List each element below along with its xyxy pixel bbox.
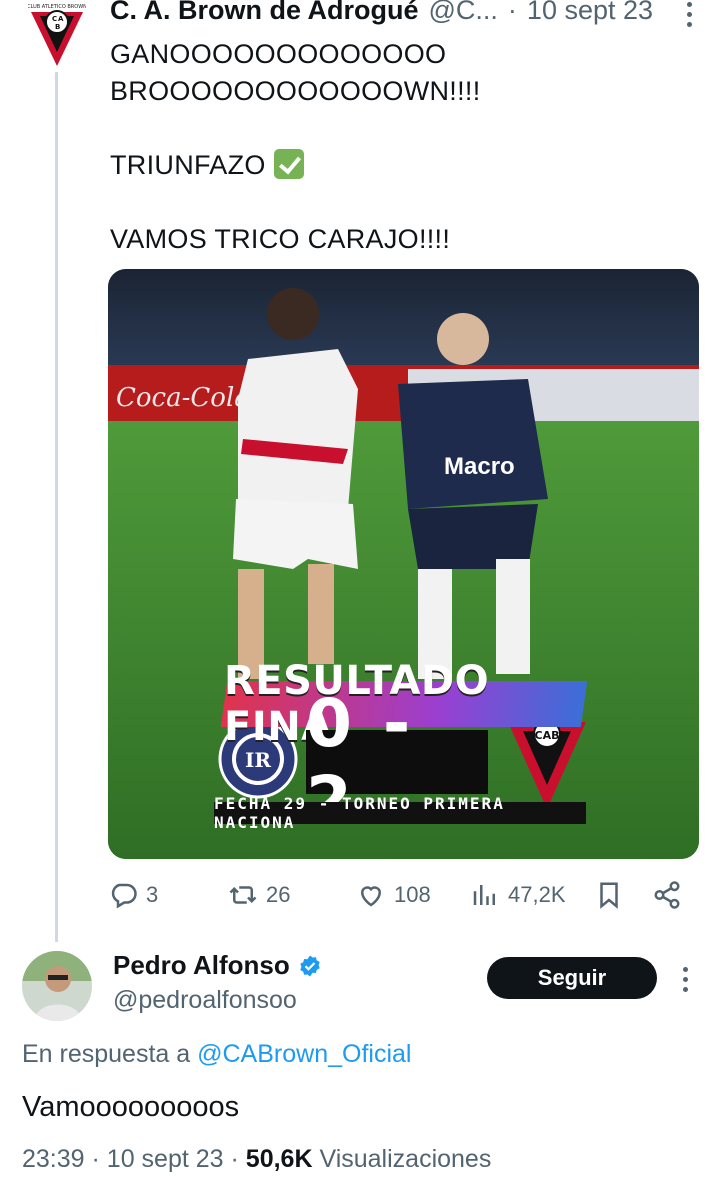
share-icon	[654, 881, 680, 909]
reply-text: Vamooooooooos	[22, 1091, 240, 1123]
in-reply-prefix: En respuesta a	[22, 1040, 198, 1068]
separator-dot: ·	[230, 1145, 246, 1173]
reply-author-name[interactable]: Pedro Alfonso	[113, 950, 290, 981]
tweet-line: BROOOOOOOOOOOOWN!!!!	[110, 76, 481, 106]
tweet-line	[110, 184, 690, 221]
views-count: 47,2K	[508, 882, 566, 907]
in-reply-to: En respuesta a @CABrown_Oficial	[22, 1040, 411, 1069]
user-avatar[interactable]	[22, 951, 92, 1021]
match-score: 0 - 2	[306, 685, 488, 839]
svg-text:Coca-Cola: Coca-Cola	[116, 383, 250, 413]
reply-meta: 23:39 · 10 sept 23 · 50,6K Visualizacion…	[22, 1145, 491, 1174]
tweet-date[interactable]: 10 sept 23	[527, 0, 653, 26]
tweet-line	[110, 110, 690, 147]
separator-dot: ·	[507, 0, 517, 25]
club-avatar[interactable]: CLUB ATLETICO BROWN C A B	[27, 0, 87, 70]
more-options-icon[interactable]	[684, 2, 694, 28]
reply-views-count: 50,6K	[245, 1145, 313, 1173]
tweet-line: GANOOOOOOOOOOOOO	[110, 39, 447, 69]
bookmark-action[interactable]	[594, 873, 624, 917]
svg-text:CLUB ATLETICO BROWN: CLUB ATLETICO BROWN	[28, 4, 86, 10]
like-action[interactable]: 108	[356, 873, 431, 917]
svg-text:C: C	[52, 15, 57, 23]
svg-text:A: A	[58, 15, 64, 23]
reply-author-name-row: Pedro Alfonso	[113, 950, 322, 981]
reply-count: 3	[146, 882, 159, 907]
tweet-media-image[interactable]: Coca-Cola Macro IR CAB RESULTADO FINAL 0…	[108, 269, 699, 859]
like-count: 108	[394, 882, 431, 907]
retweet-count: 26	[266, 882, 291, 907]
reply-time[interactable]: 23:39	[22, 1145, 85, 1173]
tweet-header: C. A. Brown de Adrogué @C... · 10 sept 2…	[110, 0, 653, 30]
check-mark-icon	[273, 149, 304, 179]
author-name[interactable]: C. A. Brown de Adrogué	[110, 0, 419, 26]
tweet-line: VAMOS TRICO CARAJO!!!!	[110, 224, 451, 254]
match-subtitle: FECHA 29 - TORNEO PRIMERA NACIONA	[214, 794, 586, 832]
follow-button[interactable]: Seguir	[487, 957, 657, 999]
reply-icon	[111, 883, 137, 909]
thread-connector-line	[55, 72, 58, 942]
views-action[interactable]: 47,2K	[470, 873, 566, 917]
analytics-icon	[473, 885, 495, 905]
reply-action[interactable]: 3	[108, 873, 158, 917]
svg-text:B: B	[55, 23, 60, 31]
svg-text:IR: IR	[245, 748, 271, 772]
retweet-action[interactable]: 26	[228, 873, 290, 917]
tweet-action-bar: 3 26 108 47,2K	[108, 873, 708, 917]
more-options-icon[interactable]	[680, 967, 690, 993]
retweet-icon	[229, 886, 257, 904]
reply-views-label[interactable]: Visualizaciones	[319, 1145, 491, 1173]
reply-author-handle[interactable]: @pedroalfonsoo	[113, 986, 297, 1015]
in-reply-mention-link[interactable]: @CABrown_Oficial	[197, 1040, 411, 1068]
author-handle[interactable]: @C...	[429, 0, 498, 26]
share-action[interactable]	[652, 873, 682, 917]
verified-badge-icon	[300, 955, 320, 976]
reply-date[interactable]: 10 sept 23	[107, 1145, 224, 1173]
heart-icon	[360, 886, 382, 907]
tweet-line-with-emoji: TRIUNFAZO	[110, 147, 690, 184]
tweet-text: GANOOOOOOOOOOOOO BROOOOOOOOOOOOWN!!!! TR…	[110, 36, 690, 258]
separator-dot: ·	[91, 1145, 107, 1173]
sponsor-label: Macro	[444, 453, 515, 480]
bookmark-icon	[600, 882, 618, 909]
tweet-line: TRIUNFAZO	[110, 150, 266, 180]
